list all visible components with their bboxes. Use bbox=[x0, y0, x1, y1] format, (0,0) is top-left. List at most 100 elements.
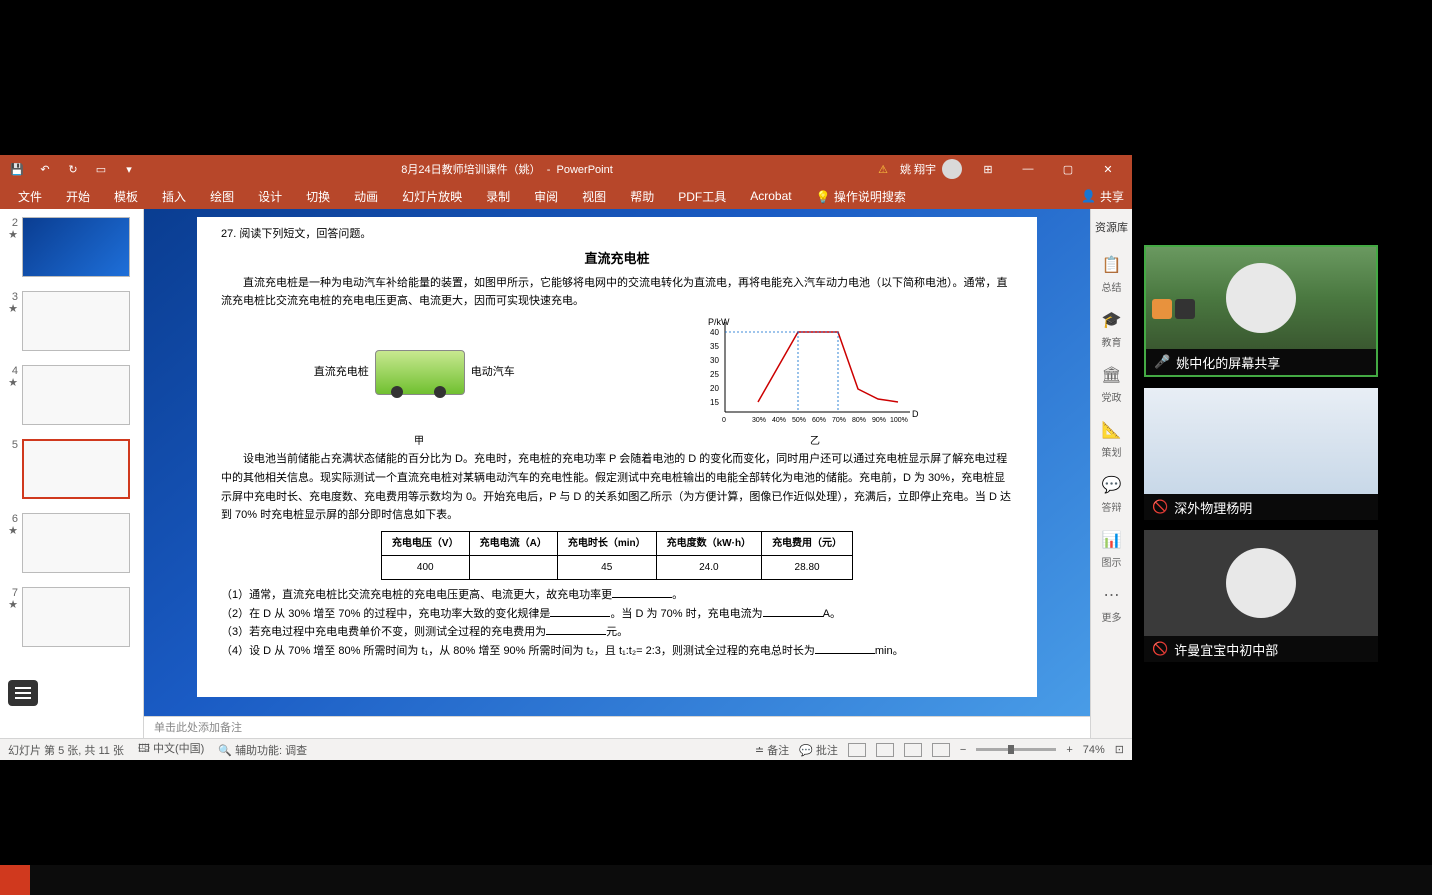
lang-indicator[interactable]: 🖽 中文(中国) bbox=[138, 740, 204, 759]
tab-pdf[interactable]: PDF工具 bbox=[668, 184, 736, 209]
participant-1[interactable]: 🎤 姚中化的屏幕共享 bbox=[1144, 245, 1378, 377]
thumbnail-4[interactable]: 4★ bbox=[0, 363, 143, 437]
tab-animations[interactable]: 动画 bbox=[344, 184, 388, 209]
taskbar-app-icon[interactable] bbox=[0, 865, 30, 895]
svg-text:20: 20 bbox=[710, 384, 719, 393]
defense-icon: 💬 bbox=[1100, 473, 1124, 497]
thumbnail-panel[interactable]: 2★ 3★ 4★ 5 6★ bbox=[0, 209, 144, 738]
participant-3[interactable]: 🚫 许曼宜宝中初中部 bbox=[1144, 530, 1378, 662]
tab-home[interactable]: 开始 bbox=[56, 184, 100, 209]
party-icon: 🏛 bbox=[1100, 363, 1124, 387]
thumbnail-7[interactable]: 7★ bbox=[0, 585, 143, 659]
tab-acrobat[interactable]: Acrobat bbox=[740, 185, 801, 207]
tab-record[interactable]: 录制 bbox=[476, 184, 520, 209]
mic-muted-icon: 🚫 bbox=[1152, 499, 1168, 515]
maximize-button[interactable]: ▢ bbox=[1054, 155, 1082, 183]
res-more[interactable]: ⋯更多 bbox=[1100, 583, 1124, 624]
minimize-button[interactable]: — bbox=[1014, 155, 1042, 183]
question-1: （1）通常，直流充电桩比交流充电桩的充电电压更高、电流更大，故充电功率更。 bbox=[221, 586, 1013, 605]
mic-on-icon: 🎤 bbox=[1154, 354, 1170, 370]
hamburger-button[interactable] bbox=[8, 680, 38, 706]
tab-review[interactable]: 审阅 bbox=[524, 184, 568, 209]
thumbnail-2[interactable]: 2★ bbox=[0, 215, 143, 289]
res-defense[interactable]: 💬答辩 bbox=[1100, 473, 1124, 514]
share-button[interactable]: 👤 共享 bbox=[1081, 188, 1124, 205]
zoom-out-button[interactable]: − bbox=[960, 744, 966, 756]
svg-text:80%: 80% bbox=[852, 417, 866, 424]
svg-text:25: 25 bbox=[710, 370, 719, 379]
chart-figure: P/kW D 15 20 25 30 35 40 bbox=[700, 317, 920, 427]
zoom-level[interactable]: 74% bbox=[1083, 744, 1105, 756]
badge-icon bbox=[1152, 299, 1172, 319]
slideshow-view-button[interactable] bbox=[932, 743, 950, 757]
redo-icon[interactable]: ↻ bbox=[66, 162, 80, 176]
res-party[interactable]: 🏛党政 bbox=[1100, 363, 1124, 404]
slide-area: 27. 阅读下列短文，回答问题。 直流充电桩 直流充电桩是一种为电动汽车补给能量… bbox=[144, 209, 1090, 738]
fig-label-right: 电动汽车 bbox=[471, 363, 515, 382]
car-illustration bbox=[375, 350, 465, 395]
participant-2[interactable]: 🚫 深外物理杨明 bbox=[1144, 388, 1378, 520]
more-icon: ⋯ bbox=[1100, 583, 1124, 607]
res-diagram[interactable]: 📊图示 bbox=[1100, 528, 1124, 569]
reading-view-button[interactable] bbox=[904, 743, 922, 757]
thumbnail-3[interactable]: 3★ bbox=[0, 289, 143, 363]
education-icon: 🎓 bbox=[1100, 308, 1124, 332]
save-icon[interactable]: 💾 bbox=[10, 162, 24, 176]
participant-2-video bbox=[1144, 388, 1378, 494]
fig-caption-right: 乙 bbox=[810, 433, 820, 450]
accessibility-check[interactable]: 🔍 辅助功能: 调查 bbox=[218, 742, 307, 758]
tab-transitions[interactable]: 切换 bbox=[296, 184, 340, 209]
thumbnail-5[interactable]: 5 bbox=[0, 437, 143, 511]
question-3: （3）若充电过程中充电电费单价不变，则测试全过程的充电费用为元。 bbox=[221, 623, 1013, 642]
diagram-icon: 📊 bbox=[1100, 528, 1124, 552]
taskbar[interactable] bbox=[0, 865, 1432, 895]
slide-position: 幻灯片 第 5 张, 共 11 张 bbox=[8, 742, 124, 758]
resource-title: 资源库 bbox=[1095, 215, 1128, 239]
svg-text:30%: 30% bbox=[752, 417, 766, 424]
badge-icon bbox=[1175, 299, 1195, 319]
svg-text:35: 35 bbox=[710, 342, 719, 351]
zoom-slider[interactable] bbox=[976, 748, 1056, 751]
res-summary[interactable]: 📋总结 bbox=[1100, 253, 1124, 294]
question-4: （4）设 D 从 70% 增至 80% 所需时间为 t₁，从 80% 增至 90… bbox=[221, 642, 1013, 661]
fit-view-button[interactable]: ⊡ bbox=[1115, 743, 1124, 756]
plan-icon: 📐 bbox=[1100, 418, 1124, 442]
notes-button[interactable]: ≐ 备注 bbox=[755, 742, 789, 758]
lightbulb-icon: 💡 bbox=[816, 190, 831, 204]
res-plan[interactable]: 📐策划 bbox=[1100, 418, 1124, 459]
statusbar: 幻灯片 第 5 张, 共 11 张 🖽 中文(中国) 🔍 辅助功能: 调查 ≐ … bbox=[0, 738, 1132, 760]
comments-button[interactable]: 💬 批注 bbox=[799, 742, 838, 758]
tab-design[interactable]: 设计 bbox=[248, 184, 292, 209]
svg-text:40%: 40% bbox=[772, 417, 786, 424]
tab-help[interactable]: 帮助 bbox=[620, 184, 664, 209]
svg-text:0: 0 bbox=[722, 417, 726, 424]
tab-template[interactable]: 模板 bbox=[104, 184, 148, 209]
user-badge[interactable]: 姚 翔宇 bbox=[900, 159, 962, 179]
tab-draw[interactable]: 绘图 bbox=[200, 184, 244, 209]
thumbnail-6[interactable]: 6★ bbox=[0, 511, 143, 585]
notes-bar[interactable]: 单击此处添加备注 bbox=[144, 716, 1090, 738]
zoom-in-button[interactable]: + bbox=[1066, 744, 1072, 756]
ribbon-options-icon[interactable]: ⊞ bbox=[974, 155, 1002, 183]
titlebar: 💾 ↶ ↻ ▭ ▾ 8月24日教师培训课件（姚） - PowerPoint ⚠ … bbox=[0, 155, 1132, 183]
normal-view-button[interactable] bbox=[848, 743, 866, 757]
tell-me[interactable]: 💡 操作说明搜索 bbox=[806, 184, 916, 209]
svg-text:60%: 60% bbox=[812, 417, 826, 424]
question-number: 27. 阅读下列短文，回答问题。 bbox=[221, 225, 1013, 244]
powerpoint-window: 💾 ↶ ↻ ▭ ▾ 8月24日教师培训课件（姚） - PowerPoint ⚠ … bbox=[0, 155, 1132, 760]
slideshow-icon[interactable]: ▭ bbox=[94, 162, 108, 176]
tab-insert[interactable]: 插入 bbox=[152, 184, 196, 209]
tab-file[interactable]: 文件 bbox=[8, 184, 52, 209]
tab-slideshow[interactable]: 幻灯片放映 bbox=[392, 184, 472, 209]
close-button[interactable]: ✕ bbox=[1094, 155, 1122, 183]
more-qat-icon[interactable]: ▾ bbox=[122, 162, 136, 176]
res-education[interactable]: 🎓教育 bbox=[1100, 308, 1124, 349]
sorter-view-button[interactable] bbox=[876, 743, 894, 757]
undo-icon[interactable]: ↶ bbox=[38, 162, 52, 176]
svg-text:30: 30 bbox=[710, 356, 719, 365]
avatar-icon bbox=[1226, 548, 1296, 618]
svg-text:D: D bbox=[912, 409, 919, 419]
tab-view[interactable]: 视图 bbox=[572, 184, 616, 209]
taskbar-item[interactable] bbox=[30, 876, 54, 884]
slide-canvas[interactable]: 27. 阅读下列短文，回答问题。 直流充电桩 直流充电桩是一种为电动汽车补给能量… bbox=[197, 217, 1037, 697]
